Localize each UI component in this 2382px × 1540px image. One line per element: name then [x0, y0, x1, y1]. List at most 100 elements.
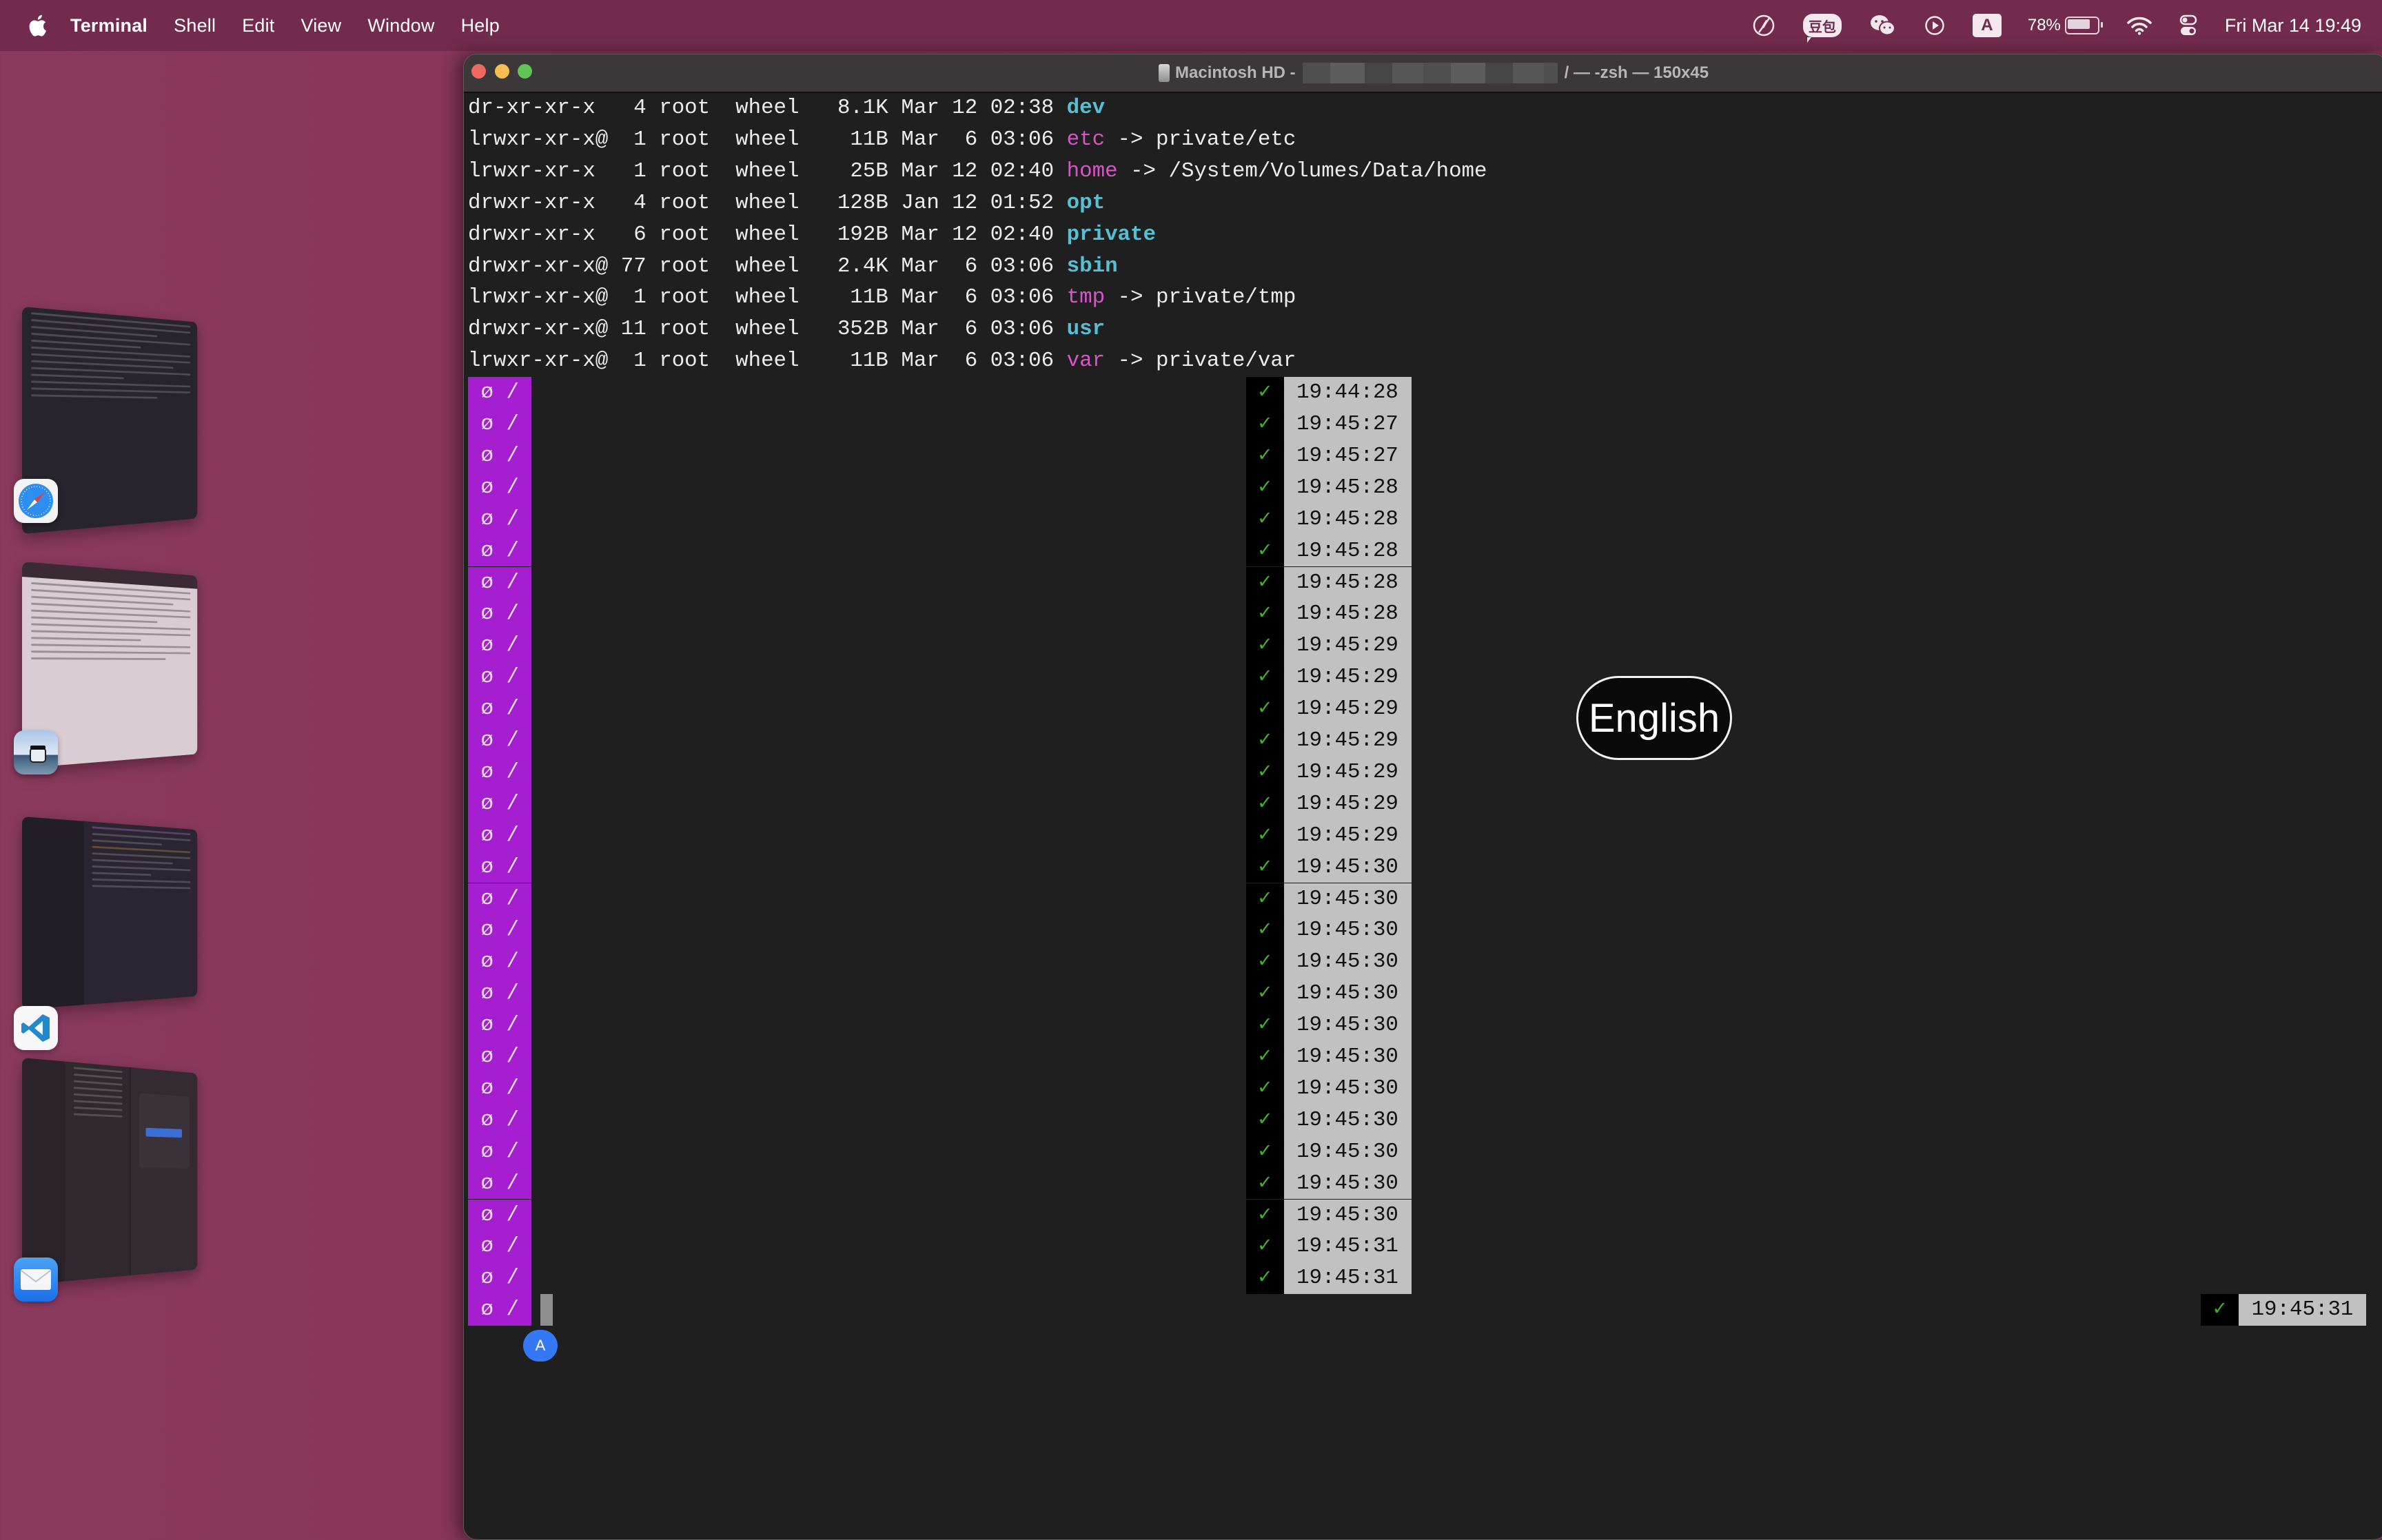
check-icon: ✓ — [1245, 1199, 1284, 1231]
file-meta: lrwxr-xr-x@ 1 root wheel 11B Mar 6 03:06 — [468, 285, 1067, 310]
prompt-time: 19:45:29 — [1283, 661, 1412, 694]
file-name[interactable]: sbin — [1067, 254, 1118, 278]
menu-help[interactable]: Help — [461, 15, 500, 37]
wifi-icon[interactable] — [2127, 12, 2152, 39]
prompt-segment: ø / — [468, 1262, 531, 1295]
input-source-popup: English — [1576, 676, 1732, 760]
mail-icon[interactable] — [14, 1257, 58, 1302]
prompt-segment: ø / — [468, 946, 531, 978]
file-name[interactable]: var — [1067, 349, 1105, 373]
file-name[interactable]: tmp — [1067, 285, 1105, 309]
check-icon: ✓ — [1245, 630, 1284, 662]
check-icon: ✓ — [1245, 1231, 1284, 1263]
prompt-time: 19:45:28 — [1283, 566, 1412, 599]
zoom-button[interactable] — [518, 64, 532, 79]
doubao-icon[interactable]: 豆包 — [1802, 14, 1842, 43]
vscode-icon[interactable] — [14, 1006, 58, 1050]
prompt-status: ✓ 19:45:30 — [1245, 1072, 1412, 1105]
menu-window[interactable]: Window — [367, 15, 434, 37]
play-circle-icon[interactable] — [1924, 12, 1945, 39]
file-meta: drwxr-xr-x 6 root wheel 192B Mar 12 02:4… — [468, 222, 1067, 247]
prompt-segment: ø / — [468, 630, 531, 662]
prompt-time: 19:45:27 — [1283, 409, 1412, 440]
prompt-time: 19:45:29 — [1283, 819, 1412, 852]
prompt-segment: ø / — [468, 914, 531, 947]
listing-row: lrwxr-xr-x@ 1 root wheel 11B Mar 6 03:06… — [468, 282, 1296, 314]
minimize-button[interactable] — [495, 64, 509, 79]
check-icon: ✓ — [1245, 598, 1284, 630]
rocket-off-icon[interactable] — [1752, 12, 1775, 39]
text-cursor[interactable] — [540, 1294, 553, 1326]
prompt-segment: ø / — [468, 1136, 531, 1168]
prompt-status: ✓ 19:45:28 — [1245, 471, 1412, 504]
file-name[interactable]: etc — [1067, 127, 1105, 152]
prompt-segment: ø / — [468, 661, 531, 694]
menu-edit[interactable]: Edit — [242, 15, 274, 37]
check-icon: ✓ — [1245, 661, 1284, 694]
check-icon: ✓ — [1245, 1262, 1284, 1295]
input-source-icon[interactable]: A — [1972, 14, 2002, 37]
title-prefix: Macintosh HD - — [1175, 63, 1296, 82]
menubar-clock[interactable]: Fri Mar 14 19:49 — [2225, 15, 2361, 37]
check-icon: ✓ — [1245, 883, 1284, 915]
prompt-status: ✓ 19:45:30 — [1245, 1199, 1412, 1231]
file-name[interactable]: dev — [1067, 96, 1105, 120]
prompt-segment: ø / — [468, 1072, 531, 1105]
prompt-time: 19:45:30 — [1283, 1072, 1412, 1105]
link-target: -> private/etc — [1105, 127, 1296, 152]
menu-view[interactable]: View — [301, 15, 342, 37]
listing-row: lrwxr-xr-x 1 root wheel 25B Mar 12 02:40… — [468, 156, 1487, 187]
prompt-status: ✓ 19:45:30 — [1245, 851, 1412, 883]
stage-window-vscode[interactable] — [22, 817, 198, 1009]
hard-disk-icon — [1159, 64, 1170, 82]
listing-row: lrwxr-xr-x@ 1 root wheel 11B Mar 6 03:06… — [468, 345, 1296, 377]
prompt-status: ✓ 19:45:30 — [1245, 978, 1412, 1010]
prompt-status: ✓ 19:45:28 — [1245, 503, 1412, 535]
listing-row: drwxr-xr-x@ 77 root wheel 2.4K Mar 6 03:… — [468, 251, 1118, 283]
check-icon: ✓ — [1245, 756, 1284, 788]
prompt-time: 19:45:30 — [1283, 914, 1412, 947]
prompt-time: 19:45:29 — [1283, 756, 1412, 788]
check-icon: ✓ — [1245, 471, 1284, 504]
prompt-status: ✓ 19:45:29 — [1245, 693, 1412, 725]
listing-row: lrwxr-xr-x@ 1 root wheel 11B Mar 6 03:06… — [468, 124, 1296, 156]
check-icon: ✓ — [1245, 1136, 1284, 1168]
menu-shell[interactable]: Shell — [174, 15, 216, 37]
terminal-window[interactable]: Macintosh HD - / — -zsh — 150x45 dr-xr-x… — [463, 54, 2382, 1540]
prompt-time: 19:45:30 — [1283, 978, 1412, 1010]
menu-terminal[interactable]: Terminal — [70, 15, 147, 37]
prompt-segment: ø / — [468, 1041, 531, 1073]
prompt-segment: ø / — [468, 1009, 531, 1041]
prompt-time: 19:45:30 — [1283, 1136, 1412, 1168]
prompt-segment: ø / — [468, 693, 531, 725]
link-target: -> /System/Volumes/Data/home — [1117, 158, 1487, 183]
prompt-status: ✓ 19:45:28 — [1245, 598, 1412, 630]
prompt-status: ✓ 19:45:31 — [1245, 1231, 1412, 1263]
check-icon: ✓ — [1245, 788, 1284, 820]
prompt-segment: ø / — [468, 1231, 531, 1263]
file-name[interactable]: home — [1067, 159, 1118, 183]
prompt-time: 19:45:30 — [1283, 1041, 1412, 1073]
redacted-path — [1302, 63, 1558, 83]
file-meta: lrwxr-xr-x@ 1 root wheel 11B Mar 6 03:06 — [468, 349, 1067, 373]
apple-logo-icon[interactable] — [28, 13, 48, 38]
file-name[interactable]: usr — [1067, 317, 1105, 341]
wechat-icon[interactable] — [1869, 12, 1897, 39]
file-name[interactable]: private — [1067, 223, 1156, 247]
safari-icon[interactable] — [14, 479, 58, 523]
prompt-segment: ø / — [468, 1167, 531, 1200]
control-center-icon[interactable] — [2179, 12, 2197, 39]
preview-icon[interactable] — [14, 730, 58, 774]
stage-window-mail[interactable] — [22, 1058, 198, 1285]
prompt-status: ✓ 19:45:30 — [1245, 914, 1412, 947]
check-icon: ✓ — [1245, 440, 1284, 472]
prompt-status: ✓ 19:45:29 — [1245, 630, 1412, 662]
check-icon: ✓ — [1245, 535, 1284, 567]
check-icon: ✓ — [1245, 851, 1284, 883]
title-bar[interactable]: Macintosh HD - / — -zsh — 150x45 — [464, 54, 2382, 93]
close-button[interactable] — [471, 64, 486, 79]
prompt-time: 19:45:27 — [1283, 440, 1412, 472]
battery-icon[interactable] — [2064, 17, 2103, 34]
file-name[interactable]: opt — [1067, 191, 1105, 215]
prompt-time: 19:45:29 — [1283, 725, 1412, 757]
